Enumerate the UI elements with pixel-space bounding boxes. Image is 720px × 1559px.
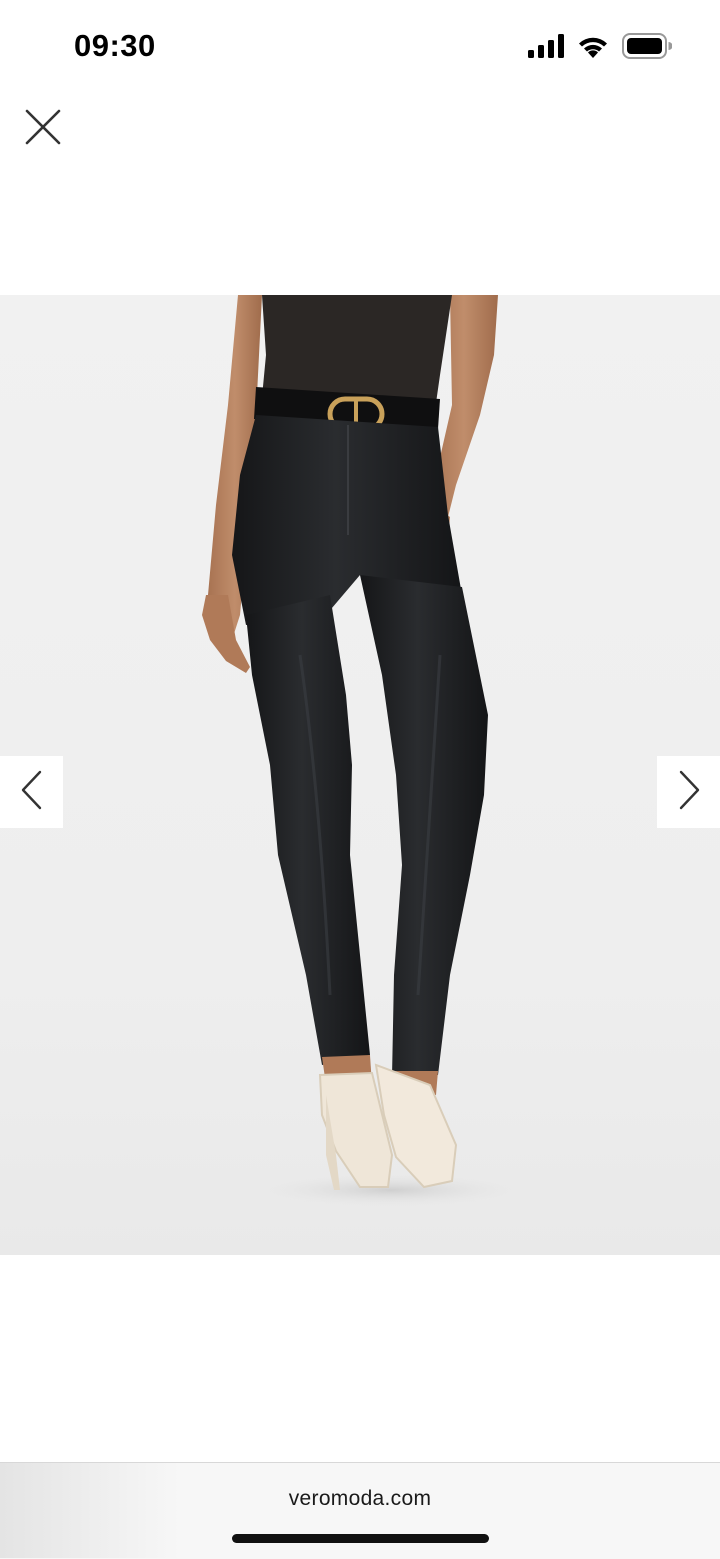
chevron-right-icon: [677, 770, 701, 815]
home-indicator[interactable]: [232, 1534, 489, 1543]
wifi-icon: [576, 33, 610, 64]
status-icons: [528, 32, 673, 64]
status-bar: 09:30: [0, 0, 720, 96]
product-image-viewer[interactable]: [0, 295, 720, 1255]
previous-image-button[interactable]: [0, 756, 63, 828]
browser-address-bar[interactable]: veromoda.com: [0, 1462, 720, 1559]
next-image-button[interactable]: [657, 756, 720, 828]
cellular-signal-icon: [528, 33, 564, 63]
chevron-left-icon: [20, 770, 44, 815]
status-time: 09:30: [74, 28, 156, 63]
close-icon: [25, 109, 61, 150]
close-button[interactable]: [20, 106, 66, 152]
site-domain[interactable]: veromoda.com: [0, 1487, 720, 1511]
product-image: [202, 295, 530, 1208]
battery-icon: [622, 32, 673, 64]
